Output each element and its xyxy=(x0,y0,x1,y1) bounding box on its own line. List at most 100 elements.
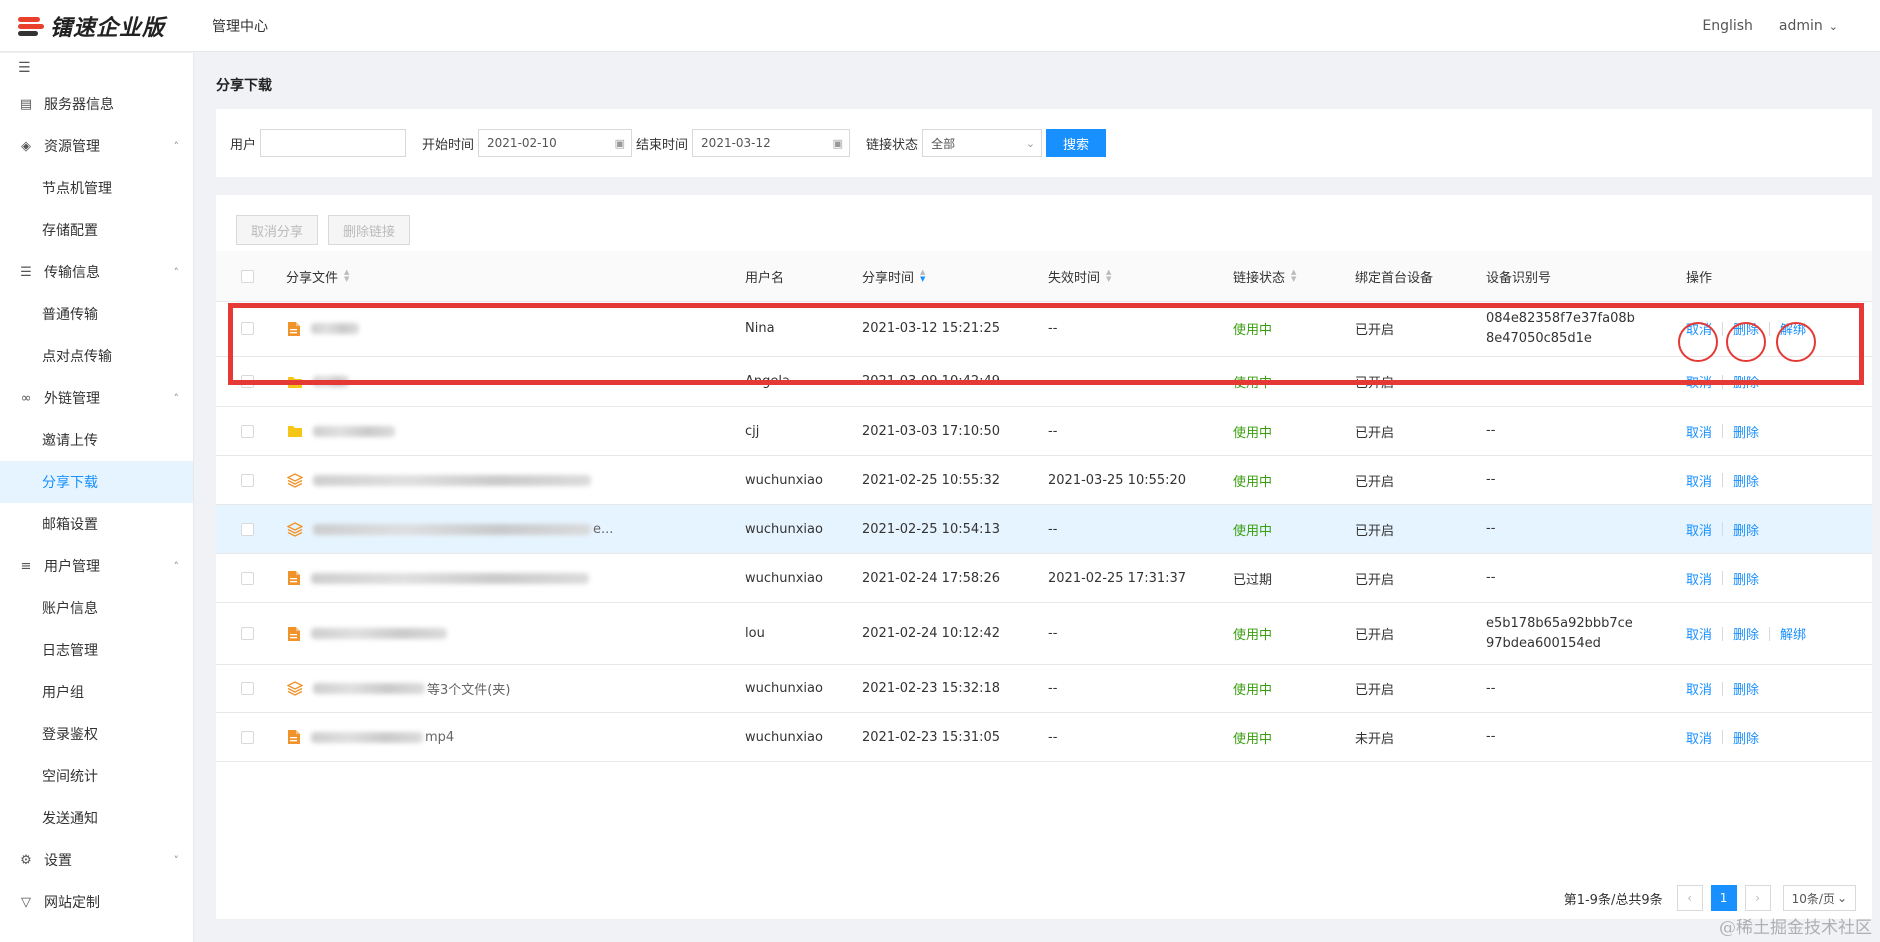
file-name-cell[interactable] xyxy=(287,407,397,455)
table-row[interactable]: Nina 2021-03-12 15:21:25 -- 使用中 已开启 084e82358… xyxy=(216,301,1872,357)
table-row[interactable]: Angela 2021-03-09 10:42:49 -- 使用中 已开启 -- 取消 删除 xyxy=(216,357,1872,407)
user-filter-input[interactable] xyxy=(260,129,407,157)
sidebar-subitem[interactable]: 存储配置 xyxy=(0,209,193,251)
sidebar-subitem[interactable]: 空间统计 xyxy=(0,755,193,797)
page-size-select[interactable]: 10条/页 ⌄ xyxy=(1782,885,1856,911)
delete-share-link[interactable]: 删除 xyxy=(1733,422,1759,441)
page-number-button[interactable]: 1 xyxy=(1710,885,1737,911)
cancel-share-link[interactable]: 取消 xyxy=(1686,679,1712,698)
file-name-cell[interactable]: 等3个文件(夹) xyxy=(287,665,510,712)
sidebar-subitem[interactable]: 邀请上传 xyxy=(0,419,193,461)
delete-share-link[interactable]: 删除 xyxy=(1733,728,1759,747)
unbind-device-link[interactable]: 解绑 xyxy=(1780,624,1806,643)
sidebar-subitem[interactable]: 邮箱设置 xyxy=(0,503,193,545)
next-page-button[interactable]: › xyxy=(1744,885,1771,911)
delete-link-button[interactable]: 删除链接 xyxy=(328,215,411,245)
file-name-cell[interactable] xyxy=(287,554,591,602)
file-name-cell[interactable] xyxy=(287,301,361,356)
sidebar-item-3[interactable]: ∞ 外链管理 ˄ xyxy=(0,377,193,419)
cancel-share-link[interactable]: 取消 xyxy=(1686,624,1712,643)
delete-share-link[interactable]: 删除 xyxy=(1733,520,1759,539)
column-header-file[interactable]: 分享文件 ▲ ▼ xyxy=(286,251,349,301)
table-row[interactable]: mp4 wuchunxiao 2021-02-23 15:31:05 -- 使用中 未开启… xyxy=(216,713,1872,762)
sidebar-item-6[interactable]: ▽ 网站定制 xyxy=(0,881,193,923)
chevron-up-icon: ˄ xyxy=(173,139,180,153)
file-name-cell[interactable] xyxy=(287,603,449,664)
sidebar-subitem[interactable]: 日志管理 xyxy=(0,629,193,671)
cancel-share-button[interactable]: 取消分享 xyxy=(236,215,319,245)
sidebar-item-4[interactable]: ≡ 用户管理 ˄ xyxy=(0,545,193,587)
file-name-cell[interactable] xyxy=(287,357,351,406)
sidebar-subitem[interactable]: 登录鉴权 xyxy=(0,713,193,755)
device-id-line: -- xyxy=(1486,472,1496,487)
action-separator xyxy=(1769,321,1771,336)
delete-share-link[interactable]: 删除 xyxy=(1733,679,1759,698)
cancel-share-link[interactable]: 取消 xyxy=(1686,372,1712,391)
sidebar-subitem[interactable]: 节点机管理 xyxy=(0,167,193,209)
table-row[interactable]: 等3个文件(夹) wuchunxiao 2021-02-23 15:32:18 -- 使… xyxy=(216,665,1872,713)
sidebar-subitem[interactable]: 普通传输 xyxy=(0,293,193,335)
sidebar-item-0[interactable]: ▤ 服务器信息 xyxy=(0,83,193,125)
language-switch[interactable]: English xyxy=(1702,18,1753,34)
watermark: @稀土掘金技术社区 xyxy=(1719,918,1872,938)
prev-page-button[interactable]: ‹ xyxy=(1676,885,1703,911)
expire-time-cell: -- xyxy=(1048,521,1058,537)
row-checkbox[interactable] xyxy=(241,603,254,664)
row-checkbox[interactable] xyxy=(241,505,254,553)
search-button[interactable]: 搜索 xyxy=(1046,129,1107,157)
link-status-cell: 使用中 xyxy=(1233,376,1273,391)
column-header-link-status[interactable]: 链接状态 ▲ ▼ xyxy=(1233,251,1296,301)
cancel-share-link[interactable]: 取消 xyxy=(1686,471,1712,490)
share-time-cell: 2021-03-09 10:42:49 xyxy=(862,374,1001,389)
actions-cell: 取消 删除 xyxy=(1686,407,1759,455)
delete-share-link[interactable]: 删除 xyxy=(1733,624,1759,643)
user-menu[interactable]: admin ⌄ xyxy=(1779,18,1838,34)
row-checkbox[interactable] xyxy=(241,301,254,356)
start-time-label: 开始时间 xyxy=(422,137,475,153)
cancel-share-link[interactable]: 取消 xyxy=(1686,520,1712,539)
sidebar-item-5[interactable]: ⚙ 设置 ˅ xyxy=(0,839,193,881)
table-row[interactable]: e... wuchunxiao 2021-02-25 10:54:13 -- 使用中 已开… xyxy=(216,505,1872,554)
action-separator xyxy=(1722,730,1724,744)
link-status-select[interactable]: 全部 ⌄ xyxy=(922,129,1043,157)
delete-share-link[interactable]: 删除 xyxy=(1733,569,1759,588)
sidebar-subitem[interactable]: 分享下载 xyxy=(0,461,193,503)
row-checkbox[interactable] xyxy=(241,713,254,761)
sidebar-subitem[interactable]: 发送通知 xyxy=(0,797,193,839)
row-checkbox[interactable] xyxy=(241,357,254,406)
file-name-cell[interactable]: e... xyxy=(287,505,613,553)
highlight-circle xyxy=(1726,322,1766,362)
row-checkbox[interactable] xyxy=(241,456,254,504)
file-name-cell[interactable]: mp4 xyxy=(287,713,454,761)
sidebar-item-label: 资源管理 xyxy=(44,139,100,155)
cancel-share-link[interactable]: 取消 xyxy=(1686,569,1712,588)
row-checkbox[interactable] xyxy=(241,407,254,455)
row-checkbox[interactable] xyxy=(241,554,254,602)
table-row[interactable]: cjj 2021-03-03 17:10:50 -- 使用中 已开启 -- 取消 删除 xyxy=(216,407,1872,456)
list-icon: ☰ xyxy=(20,264,32,280)
sidebar-subitem[interactable]: 账户信息 xyxy=(0,587,193,629)
cancel-share-link[interactable]: 取消 xyxy=(1686,422,1712,441)
table-row[interactable]: wuchunxiao 2021-02-25 10:55:32 2021-03-25 … xyxy=(216,456,1872,505)
brand-logo[interactable]: 镭速企业版 xyxy=(18,10,194,42)
table-row[interactable]: lou 2021-02-24 10:12:42 -- 使用中 已开启 e5b178b65a… xyxy=(216,603,1872,665)
start-date-picker[interactable]: 2021-02-10 ▣ xyxy=(478,129,633,157)
delete-share-link[interactable]: 删除 xyxy=(1733,372,1759,391)
share-time-cell: 2021-02-23 15:31:05 xyxy=(862,729,1001,745)
link-status-cell: 使用中 xyxy=(1233,628,1273,643)
select-all-checkbox[interactable] xyxy=(241,251,254,301)
column-header-expire-time[interactable]: 失效时间 ▲ ▼ xyxy=(1048,251,1111,301)
cancel-share-link[interactable]: 取消 xyxy=(1686,728,1712,747)
column-header-share-time[interactable]: 分享时间 ▲ ▼ xyxy=(862,251,925,301)
sidebar-subitem[interactable]: 点对点传输 xyxy=(0,335,193,377)
row-checkbox[interactable] xyxy=(241,665,254,712)
delete-share-link[interactable]: 删除 xyxy=(1733,471,1759,490)
sidebar-subitem[interactable]: 用户组 xyxy=(0,671,193,713)
table-row[interactable]: wuchunxiao 2021-02-24 17:58:26 2021-02-25 … xyxy=(216,554,1872,603)
sidebar-item-1[interactable]: ◈ 资源管理 ˄ xyxy=(0,125,193,167)
end-date-picker[interactable]: 2021-03-12 ▣ xyxy=(692,129,851,157)
menu-collapse-icon[interactable]: ☰ xyxy=(0,53,193,83)
link-status-cell: 使用中 xyxy=(1233,474,1273,490)
sidebar-item-2[interactable]: ☰ 传输信息 ˄ xyxy=(0,251,193,293)
file-name-cell[interactable] xyxy=(287,456,593,504)
